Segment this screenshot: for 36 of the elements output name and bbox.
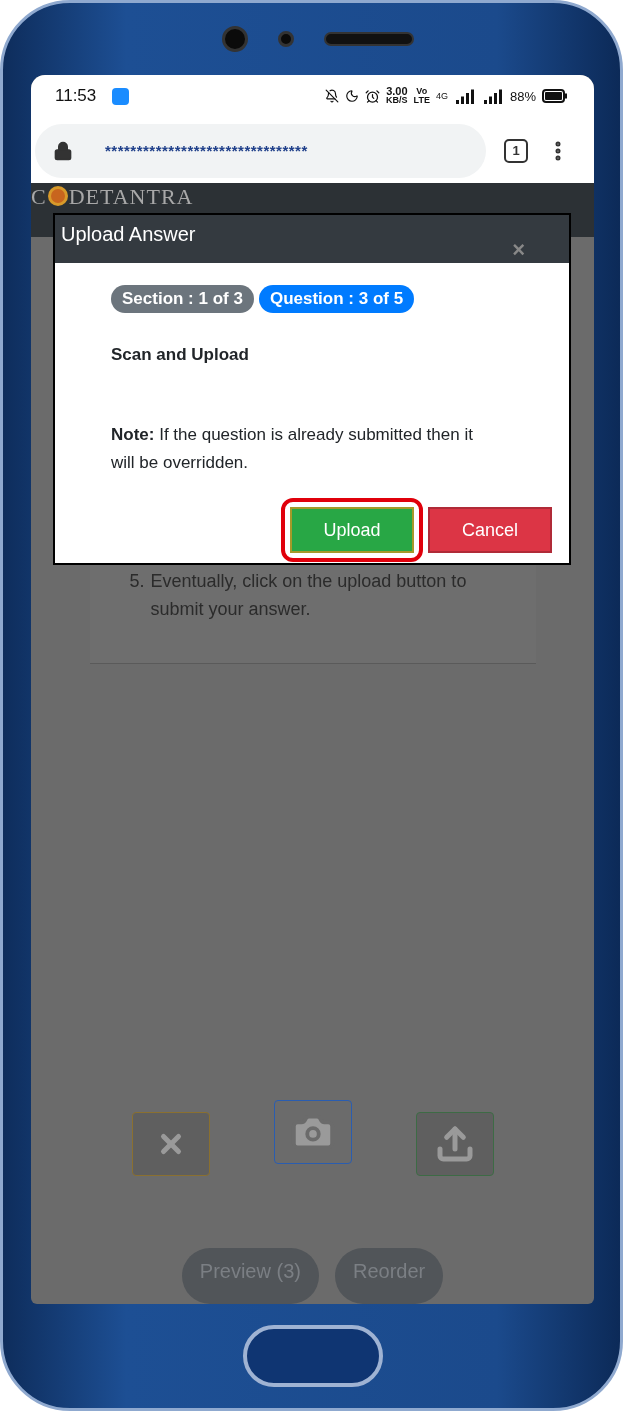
list-number: 5. xyxy=(129,570,145,593)
network-type: 4G xyxy=(435,91,448,102)
progress-badge: Question : 3 of 5 xyxy=(258,285,415,313)
dialog-heading: Scan and Upload xyxy=(111,345,250,365)
sensor xyxy=(277,31,294,47)
lock-icon xyxy=(53,140,73,161)
volte-label: Vo xyxy=(416,87,428,97)
speed-value: 3.00 xyxy=(386,87,408,97)
android-app-icon xyxy=(112,87,130,105)
tab-count-button[interactable]: 1 xyxy=(504,138,528,163)
signal-icon xyxy=(453,88,476,105)
dialog-title: Upload Answer xyxy=(61,223,196,247)
progress-badge: Section : 1 of 3 xyxy=(111,285,254,313)
upload-button[interactable]: Upload xyxy=(290,507,414,553)
sun-icon xyxy=(47,186,68,207)
discard-button[interactable] xyxy=(131,1112,210,1176)
logo-text: C xyxy=(31,186,47,209)
volte-label: LTE xyxy=(413,96,430,106)
battery-percent: 88% xyxy=(509,88,536,104)
moon-icon xyxy=(345,89,360,104)
upload-button[interactable] xyxy=(415,1112,494,1176)
mute-icon xyxy=(325,89,340,104)
signal-icon xyxy=(481,88,504,105)
close-button[interactable]: × xyxy=(512,237,525,263)
clock-time: 11:53 xyxy=(55,86,97,107)
url-text: ******************************** xyxy=(105,142,308,160)
speed-unit: KB/S xyxy=(386,96,408,106)
address-bar[interactable]: ******************************** xyxy=(35,123,486,178)
battery-icon xyxy=(542,89,568,104)
logo-text: DETANTRA xyxy=(68,186,194,209)
cancel-button[interactable]: Cancel xyxy=(428,507,552,553)
camera-button[interactable] xyxy=(273,1100,352,1164)
instruction-text: Eventually, click on the upload button to submit your answer. xyxy=(150,570,468,621)
camera-lens xyxy=(221,26,248,52)
alarm-icon xyxy=(365,88,381,104)
note-text: Note: If the question is already submitted then it will be overridden. xyxy=(111,424,474,474)
